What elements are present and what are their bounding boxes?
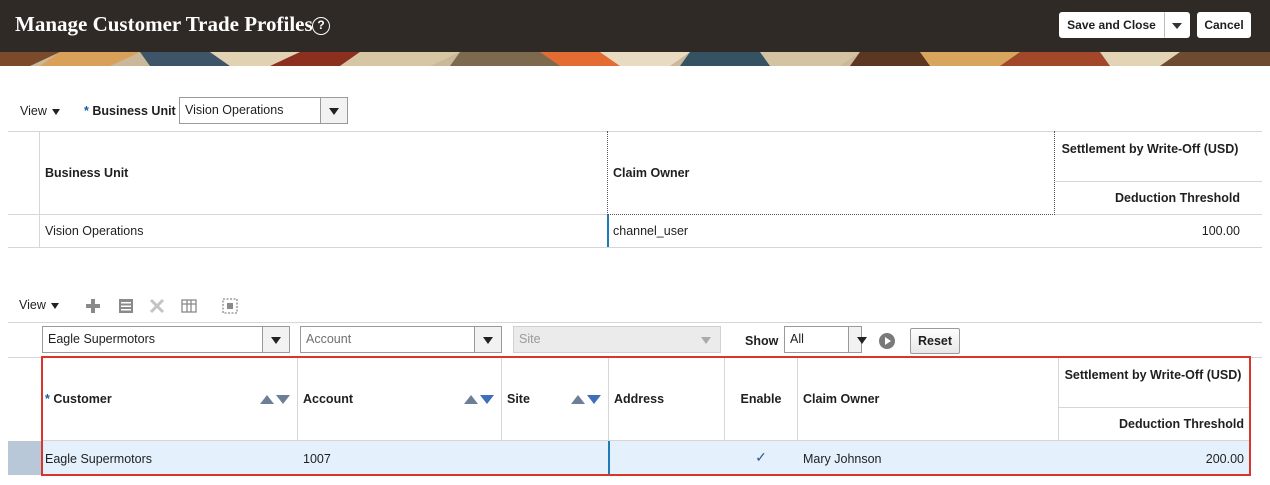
- delete-icon[interactable]: [148, 297, 166, 315]
- table-cell-business-unit: Vision Operations: [45, 224, 144, 238]
- column-group-settlement-by-write-off: Settlement by Write-Off (USD): [1061, 142, 1239, 156]
- highlight-annotation-box: [41, 356, 1251, 476]
- table-divider: [8, 214, 607, 215]
- chevron-down-icon[interactable]: [474, 327, 501, 352]
- table-divider: [8, 322, 1262, 323]
- cancel-button[interactable]: Cancel: [1197, 12, 1251, 38]
- chevron-down-icon: [1172, 22, 1182, 29]
- view-menu[interactable]: View: [19, 298, 59, 312]
- row-selector[interactable]: [8, 441, 41, 475]
- page-header: Manage Customer Trade Profiles ? Save an…: [0, 0, 1270, 52]
- business-unit-field-label: * Business Unit: [84, 104, 176, 118]
- account-filter-select[interactable]: Account: [300, 326, 502, 353]
- column-resize-handle[interactable]: [607, 131, 608, 215]
- view-menu-label: View: [20, 104, 47, 118]
- reset-button[interactable]: Reset: [910, 328, 960, 354]
- table-divider: [1055, 214, 1262, 215]
- column-header-border: [607, 214, 1055, 215]
- view-menu[interactable]: View: [20, 104, 60, 118]
- chevron-down-icon[interactable]: [848, 327, 867, 352]
- banner-pattern-image: [0, 52, 1270, 66]
- column-resize-handle[interactable]: [1054, 131, 1055, 215]
- account-filter-placeholder: Account: [306, 332, 352, 346]
- site-filter-select: Site: [513, 326, 721, 353]
- column-header-claim-owner[interactable]: Claim Owner: [613, 166, 689, 180]
- cell-focus-indicator: [607, 215, 609, 247]
- required-marker-icon: *: [84, 104, 89, 118]
- table-divider: [8, 247, 1262, 248]
- business-unit-label: Business Unit: [92, 104, 176, 118]
- save-and-close-button[interactable]: Save and Close: [1059, 12, 1164, 38]
- chevron-down-icon: [51, 108, 60, 115]
- save-and-close-label: Save and Close: [1067, 18, 1156, 32]
- help-icon[interactable]: ?: [312, 17, 330, 35]
- business-unit-select-value: Vision Operations: [185, 103, 284, 117]
- column-header-deduction-threshold[interactable]: Deduction Threshold: [1060, 191, 1240, 205]
- column-header-business-unit[interactable]: Business Unit: [45, 166, 128, 180]
- show-filter-value: All: [790, 332, 804, 346]
- customer-filter-select[interactable]: Eagle Supermotors: [42, 326, 290, 353]
- decorative-banner: [0, 52, 1270, 66]
- table-cell-claim-owner: channel_user: [613, 224, 689, 238]
- business-unit-select[interactable]: Vision Operations: [179, 97, 348, 124]
- go-arrow-icon[interactable]: [879, 333, 895, 349]
- site-filter-placeholder: Site: [519, 332, 541, 346]
- table-divider: [8, 131, 1262, 132]
- chevron-down-icon: [693, 327, 720, 352]
- cancel-label: Cancel: [1204, 18, 1244, 32]
- chevron-down-icon[interactable]: [262, 327, 289, 352]
- detach-icon[interactable]: [221, 297, 239, 315]
- chevron-down-icon: [50, 302, 59, 309]
- edit-icon[interactable]: [117, 297, 135, 315]
- table-cell-deduction-threshold: 100.00: [1201, 224, 1240, 238]
- table-divider: [1055, 181, 1262, 182]
- table-divider: [39, 131, 40, 247]
- show-filter-select[interactable]: All: [784, 326, 867, 353]
- show-label: Show: [745, 334, 779, 348]
- page-title: Manage Customer Trade Profiles: [15, 12, 313, 36]
- add-icon[interactable]: [84, 297, 102, 315]
- view-menu-label: View: [19, 298, 46, 312]
- freeze-columns-icon[interactable]: [180, 297, 198, 315]
- customer-filter-value: Eagle Supermotors: [48, 332, 156, 346]
- chevron-down-icon[interactable]: [320, 98, 347, 123]
- save-options-dropdown-button[interactable]: [1164, 12, 1190, 38]
